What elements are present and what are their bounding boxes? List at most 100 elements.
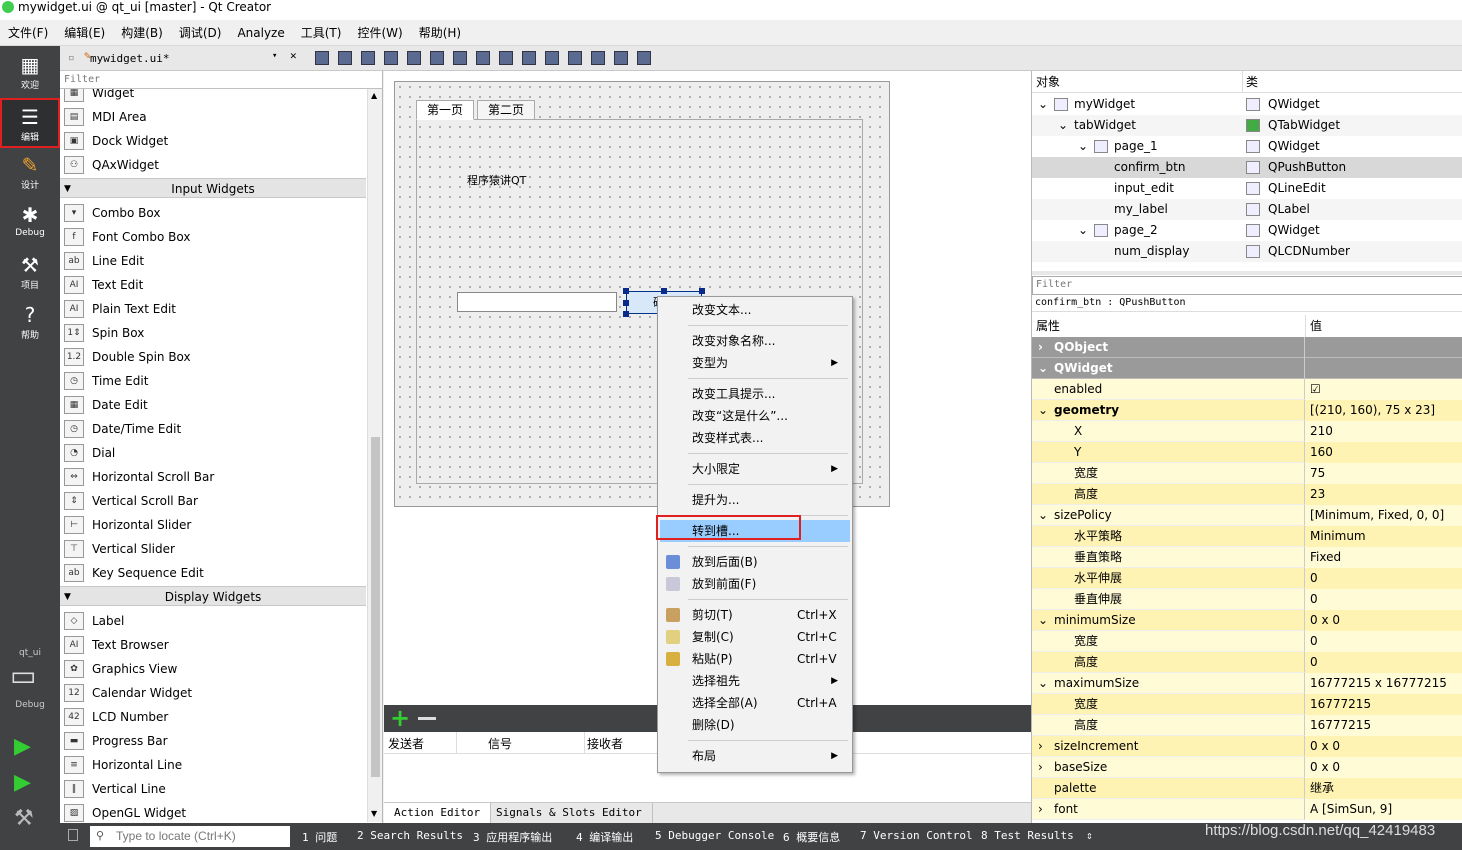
document-selector[interactable]: mywidget.ui* [90, 52, 169, 65]
menu-item-13[interactable]: 粘贴(P) Ctrl+V [660, 648, 850, 670]
property-row[interactable]: › sizeIncrement 0 x 0 [1032, 736, 1462, 757]
layout-tool-icon[interactable] [476, 51, 490, 65]
scroll-up-icon[interactable]: ▲ [371, 91, 377, 100]
widget-calendar-widget[interactable]: 12 Calendar Widget [60, 681, 366, 705]
status-pane-5[interactable]: 5 Debugger Console [655, 829, 774, 842]
layout-tool-icon[interactable] [591, 51, 605, 65]
widget-opengl-widget[interactable]: ▨ OpenGL Widget [60, 801, 366, 823]
property-row[interactable]: 宽度 75 [1032, 463, 1462, 484]
category-display-widgets[interactable]: ▼ Display Widgets [60, 586, 366, 606]
run-icon[interactable]: ▶ [14, 734, 31, 759]
layout-tool-icon[interactable] [545, 51, 559, 65]
property-value[interactable]: 16777215 [1310, 694, 1371, 715]
expand-icon[interactable]: ⌄ [1038, 400, 1048, 421]
layout-tool-icon[interactable] [522, 51, 536, 65]
expand-icon[interactable]: › [1038, 799, 1043, 820]
widget-time-edit[interactable]: ◷ Time Edit [60, 369, 366, 393]
property-row[interactable]: ⌄ sizePolicy [Minimum, Fixed, 0, 0] [1032, 505, 1462, 526]
close-icon[interactable]: ✕ [290, 49, 297, 62]
layout-tool-icon[interactable] [430, 51, 444, 65]
menu-item-9[interactable]: 放到后面(B) [660, 551, 850, 573]
mode-pencil[interactable]: ✎ 设计 [0, 148, 60, 198]
menu-item-14[interactable]: 选择祖先 ▶ [660, 670, 850, 692]
expand-icon[interactable]: › [1038, 736, 1043, 757]
monitor-icon[interactable]: ▭ [10, 662, 36, 690]
widget-vertical-slider[interactable]: ⊤ Vertical Slider [60, 537, 366, 561]
toggle-sidebar-icon[interactable] [68, 829, 78, 841]
status-pane-2[interactable]: 2 Search Results [357, 829, 463, 842]
property-value[interactable]: [(210, 160), 75 x 23] [1310, 400, 1435, 421]
menu-item[interactable]: 文件(F) [0, 24, 56, 41]
expand-icon[interactable]: ⌄ [1038, 505, 1048, 526]
property-value[interactable]: 210 [1310, 421, 1333, 442]
scroll-down-icon[interactable]: ▼ [371, 809, 377, 818]
status-pane-8[interactable]: 8 Test Results [981, 829, 1074, 842]
property-value[interactable]: 0 x 0 [1310, 736, 1340, 757]
widget-lcd-number[interactable]: 42 LCD Number [60, 705, 366, 729]
property-value[interactable]: 继承 [1310, 778, 1334, 799]
menu-item-17[interactable]: 布局 ▶ [660, 745, 850, 767]
object-row[interactable]: my_label QLabel [1032, 199, 1462, 220]
layout-tool-icon[interactable] [568, 51, 582, 65]
object-row[interactable]: ⌄ myWidget QWidget [1032, 94, 1462, 115]
property-value[interactable]: 23 [1310, 484, 1325, 505]
widget-vertical-line[interactable]: ‖ Vertical Line [60, 777, 366, 801]
expand-icon[interactable]: › [1038, 757, 1043, 778]
property-filter-input[interactable]: Filter [1032, 276, 1462, 295]
object-row[interactable]: ⌄ page_2 QWidget [1032, 220, 1462, 241]
widget-combo-box[interactable]: ▾ Combo Box [60, 201, 366, 225]
menu-item-10[interactable]: 放到前面(F) [660, 573, 850, 595]
property-value[interactable]: ☑ [1310, 379, 1321, 400]
menu-item-16[interactable]: 删除(D) [660, 714, 850, 736]
object-row[interactable]: ⌄ page_1 QWidget [1032, 136, 1462, 157]
widget-list-scrollbar[interactable]: ▲ ▼ [367, 89, 382, 822]
property-row[interactable]: 水平伸展 0 [1032, 568, 1462, 589]
tab-action-editor[interactable]: Action Editor [384, 803, 492, 823]
widget-qaxwidget[interactable]: ⚇ QAxWidget [60, 153, 366, 177]
locator-input[interactable]: Type to locate (Ctrl+K) [90, 826, 290, 847]
menu-item[interactable]: 工具(T) [293, 24, 350, 41]
property-value[interactable]: 0 x 0 [1310, 757, 1340, 778]
expand-icon[interactable]: ⌄ [1078, 220, 1088, 241]
status-pane-3[interactable]: 3 应用程序输出 [473, 829, 552, 845]
resize-handle[interactable] [623, 300, 629, 306]
build-icon[interactable]: ⚒ [14, 806, 34, 831]
property-row[interactable]: 水平策略 Minimum [1032, 526, 1462, 547]
widget-dock-widget[interactable]: ▣ Dock Widget [60, 129, 366, 153]
menu-item-7[interactable]: 提升为... [660, 489, 850, 511]
widget-line-edit[interactable]: ab Line Edit [60, 249, 366, 273]
menu-item-4[interactable]: 改变“这是什么”... [660, 405, 850, 427]
property-row[interactable]: 垂直伸展 0 [1032, 589, 1462, 610]
expand-icon[interactable]: ⌄ [1038, 610, 1048, 631]
menu-item-5[interactable]: 改变样式表... [660, 427, 850, 449]
category-input-widgets[interactable]: ▼ Input Widgets [60, 178, 366, 198]
menu-item-12[interactable]: 复制(C) Ctrl+C [660, 626, 850, 648]
widget-horizontal-slider[interactable]: ⊢ Horizontal Slider [60, 513, 366, 537]
menu-item[interactable]: Analyze [229, 26, 292, 40]
status-pane-7[interactable]: 7 Version Control [860, 829, 973, 842]
expand-icon[interactable]: › [1038, 337, 1043, 358]
expand-icon[interactable]: ⌄ [1038, 673, 1048, 694]
property-row[interactable]: ⌄ QWidget [1032, 358, 1462, 379]
property-row[interactable]: 高度 0 [1032, 652, 1462, 673]
menu-item[interactable]: 编辑(E) [56, 24, 113, 41]
expand-icon[interactable]: ⌄ [1038, 94, 1048, 115]
menu-item[interactable]: 构建(B) [113, 24, 171, 41]
mode-bug[interactable]: ✱ Debug [0, 198, 60, 248]
object-row[interactable]: num_display QLCDNumber [1032, 241, 1462, 262]
widget-date-edit[interactable]: ▦ Date Edit [60, 393, 366, 417]
property-row[interactable]: ⌄ maximumSize 16777215 x 16777215 [1032, 673, 1462, 694]
widget-horizontal-line[interactable]: ≡ Horizontal Line [60, 753, 366, 777]
widget-horizontal-scroll-bar[interactable]: ⇔ Horizontal Scroll Bar [60, 465, 366, 489]
layout-tool-icon[interactable] [637, 51, 651, 65]
property-row[interactable]: enabled ☑ [1032, 379, 1462, 400]
tab-signals-slots-editor[interactable]: Signals & Slots Editor [486, 803, 653, 823]
property-row[interactable]: ⌄ geometry [(210, 160), 75 x 23] [1032, 400, 1462, 421]
menu-item-0[interactable]: 改变文本... [660, 299, 850, 321]
chevron-down-icon[interactable]: ▾ [272, 51, 277, 61]
expand-icon[interactable]: ⌄ [1058, 115, 1068, 136]
my-label[interactable]: 程序猿讲QT [467, 172, 526, 188]
property-value[interactable]: 0 [1310, 631, 1318, 652]
property-value[interactable]: A [SimSun, 9] [1310, 799, 1392, 820]
property-value[interactable]: 0 [1310, 589, 1318, 610]
